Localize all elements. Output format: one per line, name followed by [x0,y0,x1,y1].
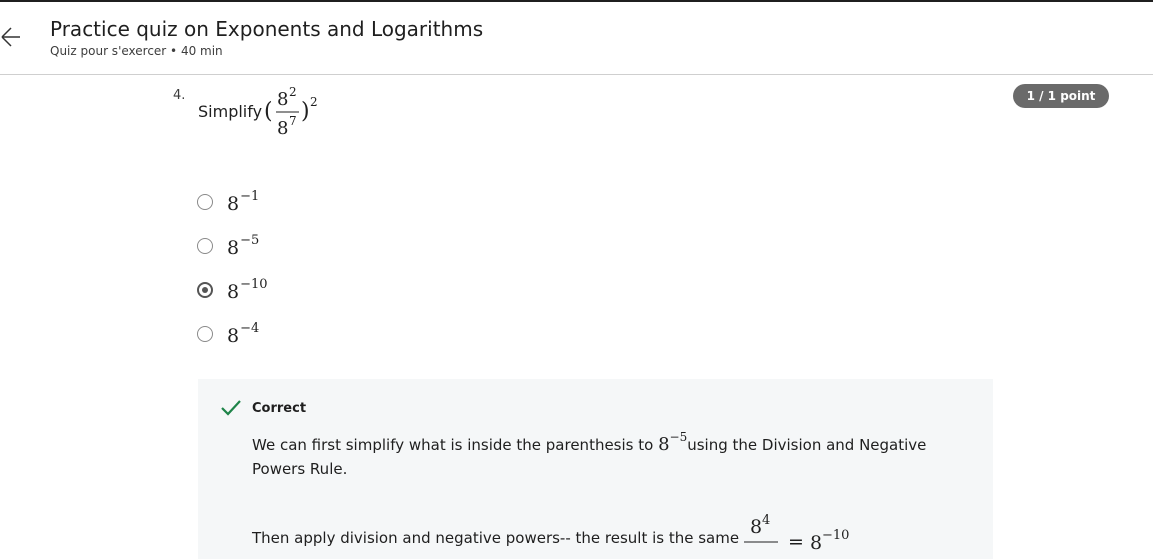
score-badge: 1 / 1 point [1013,84,1109,108]
option-base: 8 [227,237,240,259]
radio-button-selected[interactable] [197,282,213,298]
question-number: 4. [173,88,186,103]
expr-denominator-base: 8 [277,118,288,139]
option-exponent: −5 [240,233,260,248]
feedback-inline-math: 8−5 [658,430,687,455]
expr-numerator-base: 8 [277,89,288,110]
inline-exponent: −5 [669,430,688,444]
fb-rhs-exp: −10 [822,528,849,543]
option-label: 8−4 [227,321,259,347]
checkmark-icon [221,400,241,416]
option-base: 8 [227,281,240,303]
page-title: Practice quiz on Exponents and Logarithm… [50,17,484,41]
radio-button[interactable] [197,326,213,342]
page-subtitle: Quiz pour s'exercer • 40 min [50,44,223,58]
expr-denominator-exp: 7 [289,114,297,128]
option-label: 8−10 [227,277,268,303]
top-border [0,0,1153,2]
option-label: 8−1 [227,189,259,215]
expr-numerator-exp: 2 [289,85,297,99]
option-exponent: −4 [240,321,260,336]
svg-text:=: = [788,531,804,553]
feedback-status: Correct [252,401,307,416]
svg-text:(: ( [264,99,273,124]
fb-rhs-base: 8 [810,532,822,554]
radio-button[interactable] [197,194,213,210]
radio-button[interactable] [197,238,213,254]
option-exponent: −10 [240,277,268,292]
feedback-text-before: We can first simplify what is inside the… [252,436,659,454]
question-expression: ( 8 2 8 7 ) 2 [264,85,318,139]
inline-base: 8 [658,434,670,455]
question-prompt: Simplify [198,102,263,121]
expr-outer-exp: 2 [310,95,318,109]
svg-text:): ) [301,99,310,124]
fb-num-base: 8 [750,516,762,538]
feedback-expression: 8 4 = 8 −10 [744,513,849,554]
option-exponent: −1 [240,189,260,204]
feedback-explanation-2: Then apply division and negative powers-… [252,529,740,547]
header-divider [0,74,1153,75]
option-label: 8−5 [227,233,259,259]
option-base: 8 [227,325,240,347]
fb-num-exp: 4 [762,513,770,528]
option-base: 8 [227,193,240,215]
back-arrow-icon[interactable] [0,24,22,50]
feedback-explanation: We can first simplify what is inside the… [252,425,952,481]
feedback-panel: Correct We can first simplify what is in… [198,379,993,559]
